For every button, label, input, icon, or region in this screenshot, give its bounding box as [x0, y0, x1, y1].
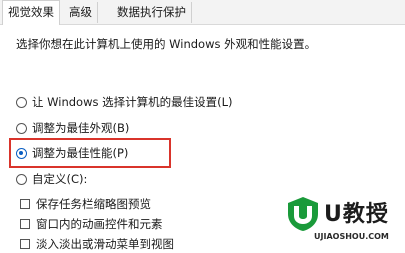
radio-best-appearance[interactable]: 调整为最佳外观(B) [16, 119, 129, 137]
tab-advanced[interactable]: 高级 [64, 2, 98, 23]
tab-visual-effects[interactable]: 视觉效果 [2, 0, 60, 25]
watermark-logo-text: U教授 [324, 202, 389, 227]
tab-bar: 视觉效果 高级 数据执行保护 [0, 0, 405, 25]
tab-data-execution-prevention[interactable]: 数据执行保护 [112, 2, 192, 23]
radio-label: 调整为最佳外观(B) [32, 121, 130, 135]
checkbox-icon[interactable] [20, 239, 30, 249]
highlight-annotation-box [9, 138, 171, 168]
checkbox-label: 窗口内的动画控件和元素 [36, 217, 163, 231]
checkbox-label: 淡入淡出或滑动菜单到视图 [36, 237, 174, 251]
checkbox-taskbar-thumbnail-preview[interactable]: 保存任务栏缩略图预览 [20, 195, 151, 213]
radio-label: 自定义(C): [32, 172, 88, 186]
watermark-domain: UJIAOSHOU.COM [314, 232, 389, 241]
description-text: 选择你想在此计算机上使用的 Windows 外观和性能设置。 [16, 37, 317, 51]
checkbox-icon[interactable] [20, 219, 30, 229]
radio-custom[interactable]: 自定义(C): [16, 170, 87, 188]
checkbox-fade-slide-menus[interactable]: 淡入淡出或滑动菜单到视图 [20, 235, 174, 253]
radio-let-windows-choose[interactable]: 让 Windows 选择计算机的最佳设置(L) [16, 93, 233, 111]
checkbox-icon[interactable] [20, 199, 30, 209]
radio-button-icon[interactable] [16, 173, 27, 185]
radio-button-icon[interactable] [16, 122, 27, 134]
checkbox-label: 保存任务栏缩略图预览 [36, 197, 151, 211]
watermark-logo: U教授 UJIAOSHOU.COM [280, 194, 402, 250]
radio-label: 让 Windows 选择计算机的最佳设置(L) [32, 95, 233, 109]
checkbox-animate-controls[interactable]: 窗口内的动画控件和元素 [20, 215, 163, 233]
shield-logo-icon [288, 197, 318, 231]
radio-button-icon[interactable] [16, 96, 27, 108]
